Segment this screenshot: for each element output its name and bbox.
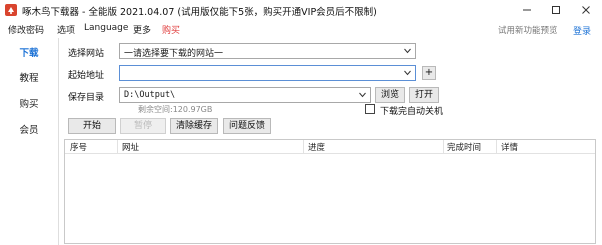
chevron-down-icon — [404, 70, 411, 76]
trial-preview-link[interactable]: 试用新功能预览 — [498, 24, 558, 36]
clear-cache-button[interactable]: 清除缓存 — [170, 118, 218, 134]
download-table[interactable]: 序号 网址 进度 完成时间 详情 — [64, 139, 596, 244]
site-select-value: 一请选择要下载的网站一 — [124, 49, 224, 59]
dir-select-value: D:\Output\ — [124, 90, 176, 100]
column-divider — [496, 140, 497, 154]
login-link[interactable]: 登录 — [573, 24, 591, 37]
browse-button[interactable]: 浏览 — [375, 87, 405, 103]
menu-more[interactable]: 更多 — [133, 23, 151, 36]
dir-select[interactable]: D:\Output\ — [119, 87, 371, 103]
sidebar-item-membership[interactable]: 会员 — [0, 122, 58, 136]
sidebar: 下载 教程 购买 会员 — [0, 38, 58, 245]
menu-change-password[interactable]: 修改密码 — [8, 23, 44, 36]
auto-shutdown-label: 下载完自动关机 — [380, 107, 444, 117]
url-input[interactable] — [119, 65, 416, 81]
add-url-button[interactable]: + — [422, 66, 436, 80]
free-space-text: 剩余空间:120.97GB — [138, 105, 213, 114]
chevron-down-icon — [404, 48, 411, 54]
title-bar: 啄木鸟下载器 - 全能版 2021.04.07 (试用版仅能下5张，购买开通VI… — [0, 0, 602, 20]
maximize-icon — [552, 6, 560, 14]
close-button[interactable] — [571, 0, 601, 20]
site-label: 选择网站 — [68, 49, 105, 59]
chevron-down-icon — [359, 92, 366, 98]
url-label: 起始地址 — [68, 71, 105, 81]
column-header-progress[interactable]: 进度 — [308, 141, 325, 153]
open-folder-button[interactable]: 打开 — [409, 87, 439, 103]
column-header-url[interactable]: 网址 — [122, 141, 139, 153]
table-header: 序号 网址 进度 完成时间 详情 — [65, 140, 595, 154]
pause-button[interactable]: 暂停 — [120, 118, 166, 134]
start-button[interactable]: 开始 — [68, 118, 116, 134]
woodpecker-app-icon — [5, 4, 17, 16]
column-divider — [117, 140, 118, 154]
dir-label: 保存目录 — [68, 93, 105, 103]
maximize-button[interactable] — [541, 0, 571, 20]
sidebar-item-tutorial[interactable]: 教程 — [0, 70, 58, 84]
column-header-finish-time[interactable]: 完成时间 — [447, 141, 481, 153]
column-header-details[interactable]: 详情 — [501, 141, 518, 153]
menu-options[interactable]: 选项 — [57, 23, 75, 36]
feedback-button[interactable]: 问题反馈 — [223, 118, 271, 134]
sidebar-item-buy[interactable]: 购买 — [0, 96, 58, 110]
column-header-index[interactable]: 序号 — [70, 141, 87, 153]
minimize-icon — [523, 9, 531, 11]
auto-shutdown-checkbox[interactable] — [365, 104, 375, 114]
menu-buy[interactable]: 购买 — [162, 23, 180, 36]
minimize-button[interactable] — [512, 0, 542, 20]
menu-language[interactable]: Language — [84, 23, 128, 33]
column-divider — [443, 140, 444, 154]
column-divider — [303, 140, 304, 154]
menu-bar: 修改密码 选项 Language 更多 购买 试用新功能预览 登录 — [0, 20, 602, 38]
close-icon — [582, 6, 590, 14]
sidebar-item-download[interactable]: 下载 — [0, 45, 58, 59]
site-select[interactable]: 一请选择要下载的网站一 — [119, 43, 416, 59]
window-title: 啄木鸟下载器 - 全能版 2021.04.07 (试用版仅能下5张，购买开通VI… — [22, 7, 377, 18]
